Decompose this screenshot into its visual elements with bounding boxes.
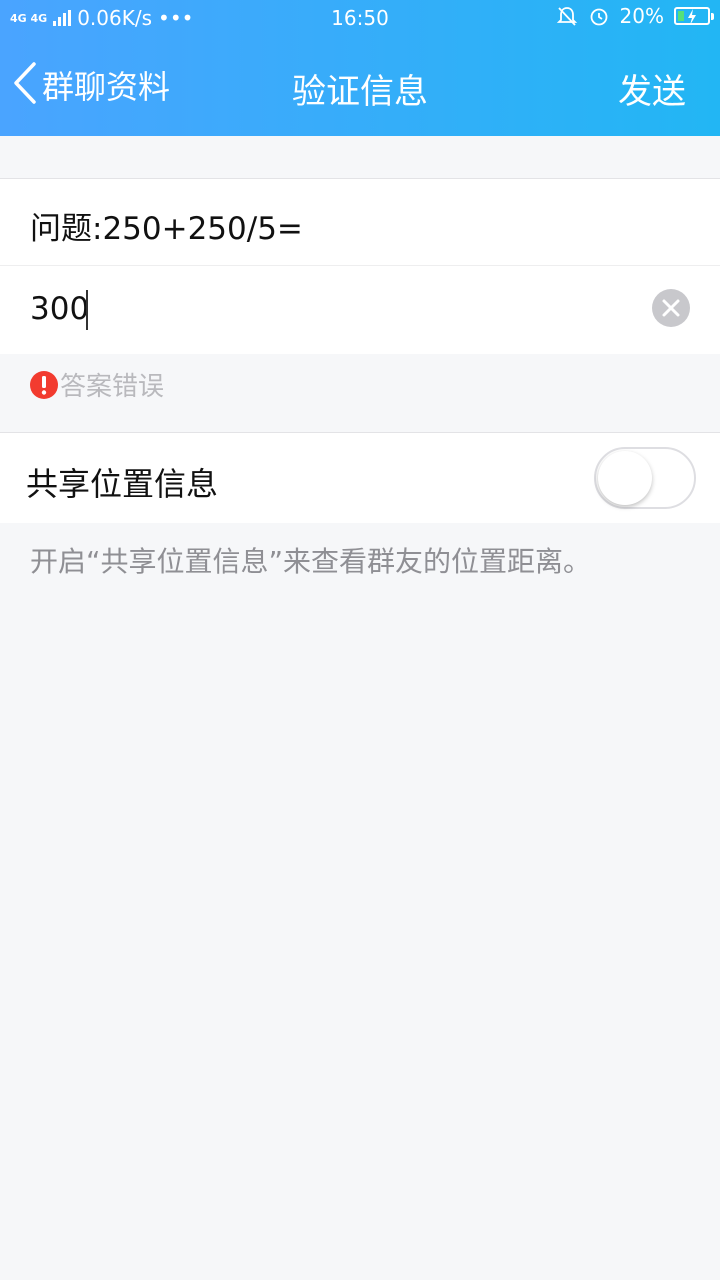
error-text: 答案错误 bbox=[60, 372, 165, 402]
battery-fill bbox=[678, 11, 684, 21]
answer-input[interactable] bbox=[30, 286, 630, 332]
page-title: 验证信息 bbox=[292, 72, 428, 112]
battery-percent: 20% bbox=[619, 4, 664, 28]
share-location-row: 共享位置信息 bbox=[0, 432, 720, 523]
header: 4G 4G 0.06K/s ••• 16:50 20% 群聊资料 验证信息 发送 bbox=[0, 0, 720, 136]
share-location-toggle[interactable] bbox=[594, 447, 696, 509]
charging-icon bbox=[686, 7, 698, 31]
send-button[interactable]: 发送 bbox=[618, 64, 686, 113]
answer-row bbox=[0, 265, 720, 354]
clear-input-button[interactable] bbox=[651, 288, 691, 328]
nav-bar: 群聊资料 验证信息 发送 bbox=[0, 38, 720, 136]
error-icon bbox=[30, 370, 58, 399]
question-row: 问题:250+250/5= bbox=[0, 178, 720, 265]
status-bar: 4G 4G 0.06K/s ••• 16:50 20% bbox=[0, 0, 720, 38]
clear-icon bbox=[652, 289, 690, 327]
alarm-icon bbox=[588, 5, 610, 27]
mute-bell-icon bbox=[556, 5, 578, 27]
battery-icon bbox=[674, 7, 714, 25]
share-location-hint: 开启“共享位置信息”来查看群友的位置距离。 bbox=[30, 545, 592, 578]
question-text: 问题:250+250/5= bbox=[30, 211, 303, 247]
share-location-label: 共享位置信息 bbox=[26, 465, 219, 503]
text-cursor bbox=[86, 290, 88, 330]
toggle-knob bbox=[598, 451, 652, 505]
error-message: 答案错误 bbox=[30, 366, 164, 403]
